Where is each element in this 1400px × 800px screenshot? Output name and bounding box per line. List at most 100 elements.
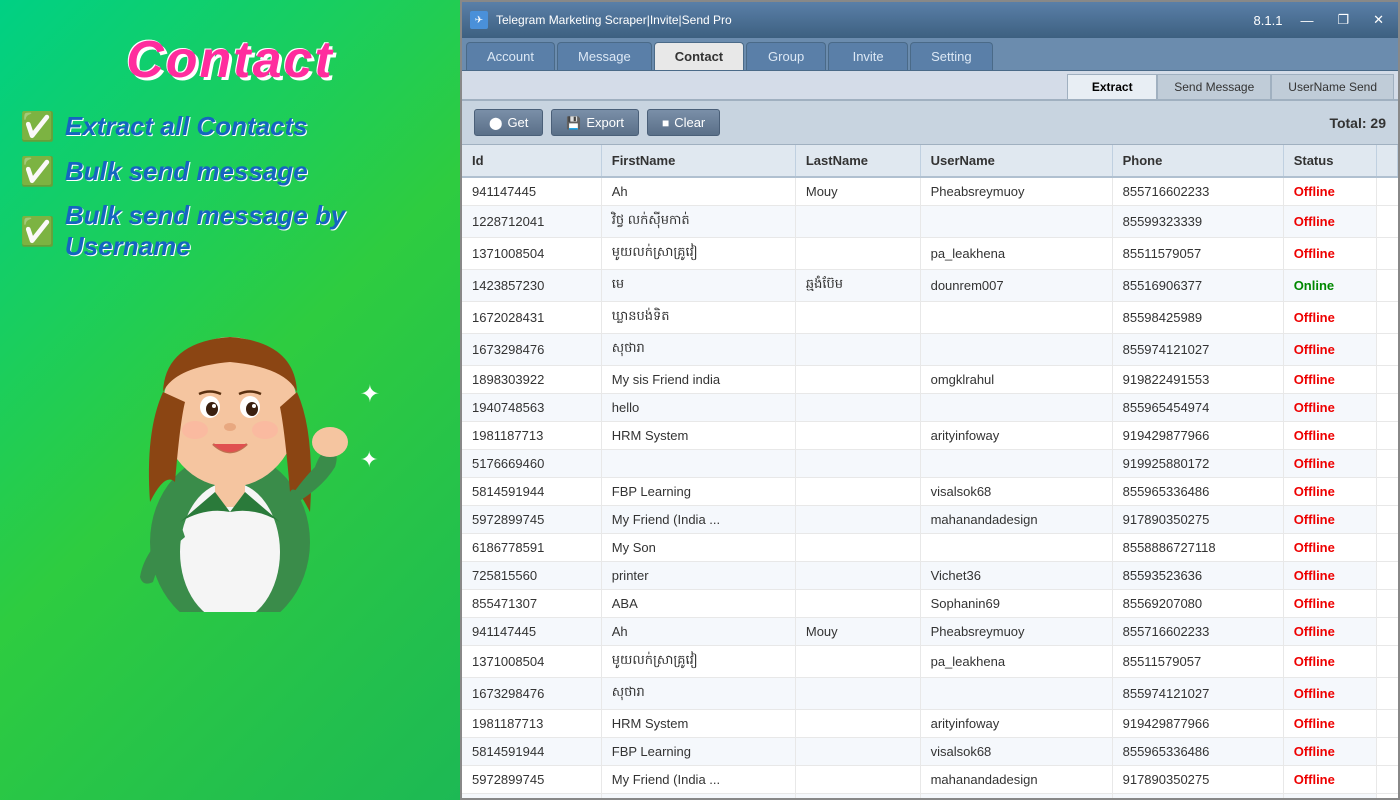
nav-tab-account[interactable]: Account — [466, 42, 555, 70]
cell-username: arityinfoway — [920, 710, 1112, 738]
cell-username: dounrem007 — [920, 270, 1112, 302]
cell-id: 6186778591 — [462, 534, 601, 562]
cell-username: mahanandadesign — [920, 506, 1112, 534]
contacts-table: IdFirstNameLastNameUserNamePhoneStatus 9… — [462, 145, 1398, 798]
cell-firstname: My Son — [601, 534, 795, 562]
app-version: 8.1.1 — [1254, 13, 1283, 28]
table-row[interactable]: 1673298476សុថារា855974121027Offline — [462, 334, 1398, 366]
cell-status: Offline — [1283, 334, 1376, 366]
table-row[interactable]: 1981187713HRM Systemarityinfoway91942987… — [462, 422, 1398, 450]
table-row[interactable]: 6186778591My Son 8558886727118Offline — [462, 534, 1398, 562]
cell-lastname — [795, 366, 920, 394]
table-row[interactable]: 5176669460919925880172Offline — [462, 450, 1398, 478]
checkmark-icon: ✅ — [20, 110, 55, 143]
cell-phone: 8558886727118 — [1112, 534, 1283, 562]
cell-username — [920, 794, 1112, 799]
table-row[interactable]: 1371008504មូយលក់ស្រាគ្រូវៀpa_leakhena855… — [462, 238, 1398, 270]
cell-status: Offline — [1283, 590, 1376, 618]
cell-phone: 855965336486 — [1112, 478, 1283, 506]
cell-username: omgklrahul — [920, 366, 1112, 394]
feature-list: ✅ Extract all Contacts ✅ Bulk send messa… — [20, 110, 440, 262]
cell-id: 1228712041 — [462, 206, 601, 238]
table-row[interactable]: 1423857230មេឆ្មងំប៊ែមdounrem007855169063… — [462, 270, 1398, 302]
table-row[interactable]: 5814591944FBP Learningvisalsok6885596533… — [462, 738, 1398, 766]
cell-id: 1981187713 — [462, 422, 601, 450]
table-row[interactable]: 1940748563hello855965454974Offline — [462, 394, 1398, 422]
nav-tab-invite[interactable]: Invite — [828, 42, 908, 70]
cell-status: Offline — [1283, 366, 1376, 394]
cell-status: Offline — [1283, 177, 1376, 206]
clear-label: Clear — [674, 115, 705, 130]
table-row[interactable]: 1371008504មូយលក់ស្រាគ្រូវៀpa_leakhena855… — [462, 646, 1398, 678]
cell-id: 941147445 — [462, 618, 601, 646]
col-scroll-placeholder — [1377, 145, 1398, 177]
table-row[interactable]: 1228712041វិថ្វ លក់សុីមកាត់85599323339Of… — [462, 206, 1398, 238]
table-row[interactable]: 855471307ABASophanin6985569207080Offline — [462, 590, 1398, 618]
export-button[interactable]: 💾 Export — [551, 109, 639, 136]
cell-status: Offline — [1283, 450, 1376, 478]
table-row[interactable]: 1672028431ឃ្លានបង់ទិត85598425989Offline — [462, 302, 1398, 334]
get-label: Get — [507, 115, 528, 130]
cell-status: Offline — [1283, 710, 1376, 738]
table-row[interactable]: 725815560printerVichet3685593523636Offli… — [462, 562, 1398, 590]
cell-phone: 919429877966 — [1112, 710, 1283, 738]
table-row[interactable]: 5972899745My Friend (India ... mahanandad… — [462, 506, 1398, 534]
minimize-button[interactable]: — — [1294, 11, 1319, 30]
cell-firstname: សុថារា — [601, 334, 795, 366]
cell-lastname — [795, 738, 920, 766]
table-header-row: IdFirstNameLastNameUserNamePhoneStatus — [462, 145, 1398, 177]
cell-phone: 855716602233 — [1112, 177, 1283, 206]
nav-tab-contact[interactable]: Contact — [654, 42, 744, 70]
cell-status: Offline — [1283, 738, 1376, 766]
cell-status: Offline — [1283, 794, 1376, 799]
table-row[interactable]: 1673298476សុថារា855974121027Offline — [462, 678, 1398, 710]
cell-phone: 85598425989 — [1112, 302, 1283, 334]
contacts-table-container[interactable]: IdFirstNameLastNameUserNamePhoneStatus 9… — [462, 145, 1398, 798]
cell-lastname — [795, 678, 920, 710]
col-id: Id — [462, 145, 601, 177]
col-phone: Phone — [1112, 145, 1283, 177]
sub-tab-send-message[interactable]: Send Message — [1157, 74, 1271, 99]
sub-tab-extract[interactable]: Extract — [1067, 74, 1157, 99]
cell-username — [920, 334, 1112, 366]
table-row[interactable]: 5972899745My Friend (India ...mahanandad… — [462, 766, 1398, 794]
cell-status: Offline — [1283, 534, 1376, 562]
app-window: ✈ Telegram Marketing Scraper|Invite|Send… — [460, 0, 1400, 800]
close-button[interactable]: ✕ — [1367, 10, 1390, 30]
left-panel: Contact ✅ Extract all Contacts ✅ Bulk se… — [0, 0, 460, 800]
sub-tab-username-send[interactable]: UserName Send — [1271, 74, 1394, 99]
cell-id: 5972899745 — [462, 506, 601, 534]
cell-status: Offline — [1283, 478, 1376, 506]
cell-firstname: ឃ្លានបង់ទិត — [601, 302, 795, 334]
cell-username — [920, 206, 1112, 238]
clear-button[interactable]: ■ Clear — [647, 109, 720, 136]
cell-lastname — [795, 590, 920, 618]
cell-firstname: Ah — [601, 618, 795, 646]
cell-lastname — [795, 766, 920, 794]
cell-lastname — [795, 206, 920, 238]
table-row[interactable]: 6186778591My Son8558886727118Offline — [462, 794, 1398, 799]
table-row[interactable]: 941147445AhMouyPheabsreymuoy855716602233… — [462, 177, 1398, 206]
cell-username: Pheabsreymuoy — [920, 618, 1112, 646]
table-row[interactable]: 941147445AhMouyPheabsreymuoy855716602233… — [462, 618, 1398, 646]
cell-username: pa_leakhena — [920, 238, 1112, 270]
cell-status: Offline — [1283, 678, 1376, 710]
cell-status: Offline — [1283, 506, 1376, 534]
nav-tab-setting[interactable]: Setting — [910, 42, 992, 70]
nav-tab-message[interactable]: Message — [557, 42, 652, 70]
table-row[interactable]: 1981187713HRM Systemarityinfoway91942987… — [462, 710, 1398, 738]
table-row[interactable]: 1898303922My sis Friend indiaomgklrahul9… — [462, 366, 1398, 394]
cell-firstname: FBP Learning — [601, 738, 795, 766]
cell-id: 1673298476 — [462, 678, 601, 710]
cell-firstname: វិថ្វ លក់សុីមកាត់ — [601, 206, 795, 238]
table-row[interactable]: 5814591944FBP Learningvisalsok6885596533… — [462, 478, 1398, 506]
cell-status: Offline — [1283, 238, 1376, 270]
get-button[interactable]: ⬤ Get — [474, 109, 543, 136]
cell-id: 725815560 — [462, 562, 601, 590]
restore-button[interactable]: ❐ — [1331, 10, 1355, 30]
cell-firstname: My Friend (India ... — [601, 506, 795, 534]
cell-phone: 917890350275 — [1112, 766, 1283, 794]
cell-username: Vichet36 — [920, 562, 1112, 590]
cell-firstname: សុថារា — [601, 678, 795, 710]
nav-tab-group[interactable]: Group — [746, 42, 826, 70]
